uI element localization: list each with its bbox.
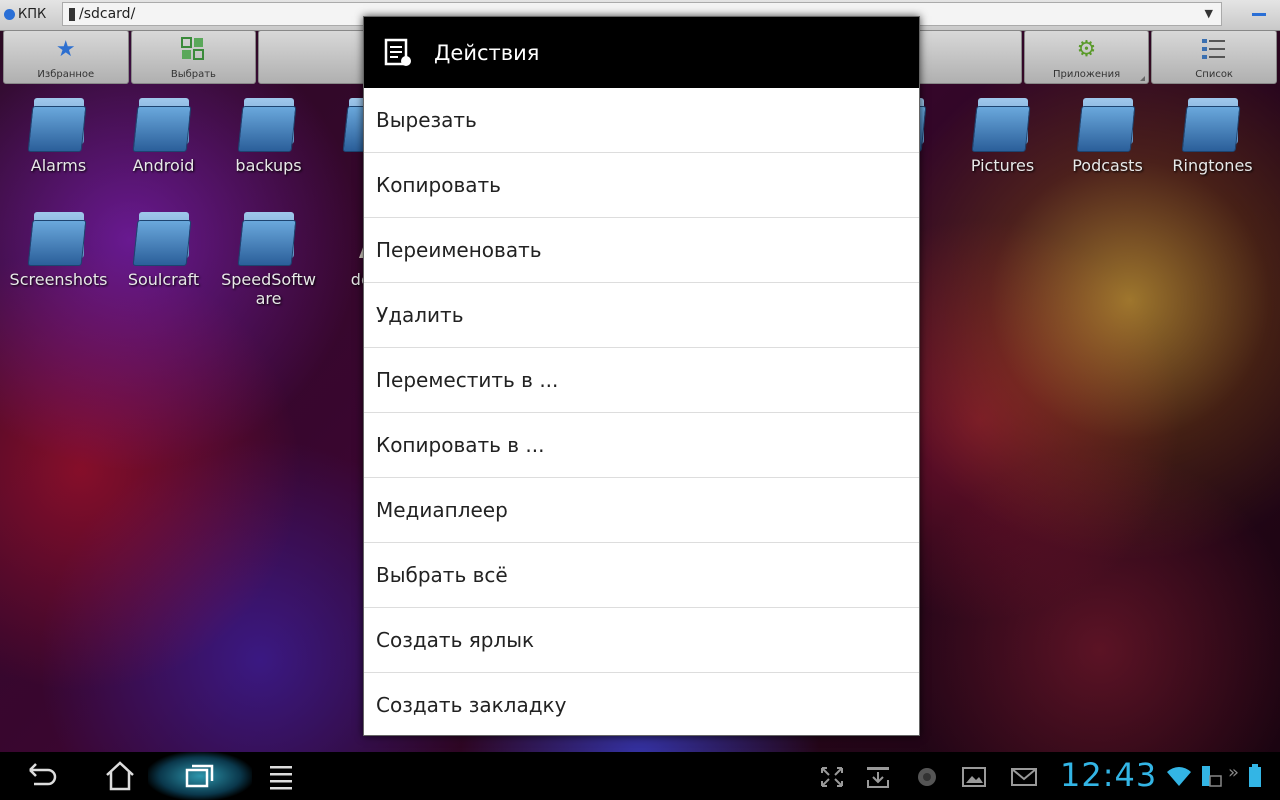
menu-item-cut[interactable]: Вырезать [364, 88, 919, 153]
home-location-label: КПК [18, 6, 47, 22]
folder-icon [27, 96, 88, 152]
folder-icon [27, 210, 88, 266]
fullscreen-icon[interactable] [820, 766, 844, 792]
back-icon[interactable] [24, 760, 58, 792]
folder-item[interactable]: Ringtones [1160, 90, 1265, 175]
actions-menu-icon [384, 38, 414, 68]
select-button[interactable]: Выбрать [130, 30, 257, 84]
battery-icon [1248, 764, 1262, 792]
folder-item[interactable]: SpeedSoftware [216, 204, 321, 308]
list-icon [1201, 37, 1227, 68]
dialog-header: Действия [364, 17, 919, 88]
apps-button[interactable]: ⚙ Приложения [1023, 30, 1150, 84]
folder-icon [132, 210, 193, 266]
menu-item-copy-to[interactable]: Копировать в ... [364, 413, 919, 478]
folder-icon [237, 96, 298, 152]
favorites-button[interactable]: ★ Избранное [3, 30, 129, 84]
download-tray-icon [866, 766, 890, 792]
folder-item[interactable]: backups [216, 90, 321, 175]
minimize-icon[interactable] [1252, 13, 1266, 16]
system-bar: 12:43 » [0, 752, 1280, 800]
menu-item-move-to[interactable]: Переместить в ... [364, 348, 919, 413]
menu-item-delete[interactable]: Удалить [364, 283, 919, 348]
folder-icon [1181, 96, 1242, 152]
actions-dialog: Действия Вырезать Копировать Переименова… [363, 16, 920, 736]
folder-item[interactable]: Screenshots [6, 204, 111, 289]
menu-item-create-shortcut[interactable]: Создать ярлык [364, 608, 919, 673]
app-notification-icon [916, 766, 938, 792]
folder-label: Ringtones [1172, 156, 1253, 175]
folder-label: Pictures [970, 156, 1035, 175]
path-text: /sdcard/ [79, 6, 136, 22]
folder-item[interactable]: Podcasts [1055, 90, 1160, 175]
folder-item[interactable]: Pictures [950, 90, 1055, 175]
menu-item-rename[interactable]: Переименовать [364, 218, 919, 283]
sdcard-icon [69, 7, 75, 21]
folder-label: Screenshots [9, 270, 108, 289]
wifi-icon [1166, 764, 1192, 792]
list-label: Список [1195, 69, 1233, 80]
folder-label: SpeedSoftware [221, 270, 316, 308]
folder-label: Alarms [30, 156, 87, 175]
mail-icon [1011, 766, 1037, 792]
select-grid-icon [181, 37, 205, 68]
globe-icon [4, 8, 15, 20]
gallery-icon [962, 766, 986, 792]
folder-label: Soulcraft [127, 270, 200, 289]
folder-item[interactable]: Android [111, 90, 216, 175]
home-location-button[interactable]: КПК [4, 4, 46, 24]
keyboard-battery-icon [1198, 764, 1222, 792]
star-icon: ★ [55, 37, 76, 62]
apps-label: Приложения [1053, 69, 1121, 80]
menu-item-media-player[interactable]: Медиаплеер [364, 478, 919, 543]
folder-label: Android [132, 156, 195, 175]
menu-icon[interactable] [265, 760, 299, 792]
home-icon[interactable] [103, 760, 137, 792]
favorites-label: Избранное [37, 69, 95, 80]
recent-apps-icon[interactable] [183, 760, 217, 792]
select-label: Выбрать [170, 69, 216, 80]
menu-item-copy[interactable]: Копировать [364, 153, 919, 218]
folder-icon [1076, 96, 1137, 152]
folder-icon [132, 96, 193, 152]
folder-icon [971, 96, 1032, 152]
folder-icon [237, 210, 298, 266]
folder-item[interactable]: Soulcraft [111, 204, 216, 289]
dialog-title: Действия [434, 40, 540, 65]
folder-item[interactable]: Alarms [6, 90, 111, 175]
list-view-button[interactable]: Список [1151, 30, 1277, 84]
menu-item-create-bookmark[interactable]: Создать закладку [364, 673, 919, 737]
clock: 12:43 [1060, 756, 1158, 794]
chevrons-icon: » [1228, 762, 1240, 783]
more-corner-icon [1140, 76, 1146, 81]
folder-label: Podcasts [1072, 156, 1143, 175]
apps-gear-icon: ⚙ [1076, 37, 1097, 62]
folder-label: backups [235, 156, 302, 175]
chevron-down-icon[interactable]: ▼ [1205, 7, 1213, 20]
menu-item-select-all[interactable]: Выбрать всё [364, 543, 919, 608]
